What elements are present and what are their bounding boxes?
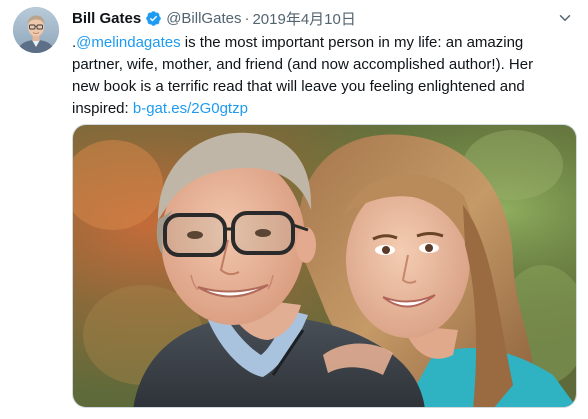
verified-badge-icon xyxy=(145,10,162,27)
header-separator: · xyxy=(244,9,250,27)
tweet-text-line-1: .@melindagates is the most important per… xyxy=(72,32,572,54)
tweet-text-line-3: new book is a terrific read that will le… xyxy=(72,78,525,95)
tweet-card[interactable]: Bill Gates @BillGates · 2019年4月10日 .@mel… xyxy=(0,0,588,419)
more-options-chevron-icon[interactable] xyxy=(556,9,574,27)
author-handle[interactable]: @BillGates xyxy=(166,10,241,27)
tweet-text: .@melindagates is the most important per… xyxy=(72,32,572,120)
mention-link[interactable]: @melindagates xyxy=(76,34,180,51)
url-link[interactable]: b-gat.es/2G0gtzp xyxy=(133,100,248,117)
tweet-date[interactable]: 2019年4月10日 xyxy=(252,8,355,29)
tweet-text-line-4: inspired: b-gat.es/2G0gtzp xyxy=(72,98,572,120)
avatar-image xyxy=(13,7,59,53)
tweet-text-line-2: partner, wife, mother, and friend (and n… xyxy=(72,56,534,73)
display-name[interactable]: Bill Gates xyxy=(72,10,141,27)
text-line-4-prefix: inspired: xyxy=(72,100,133,117)
photo-image xyxy=(73,125,576,407)
text-line-1-rest: is the most important person in my life:… xyxy=(180,34,524,51)
tweet-header: Bill Gates @BillGates · 2019年4月10日 xyxy=(72,8,356,28)
tweet-photo[interactable] xyxy=(72,124,577,408)
avatar[interactable] xyxy=(13,7,59,53)
